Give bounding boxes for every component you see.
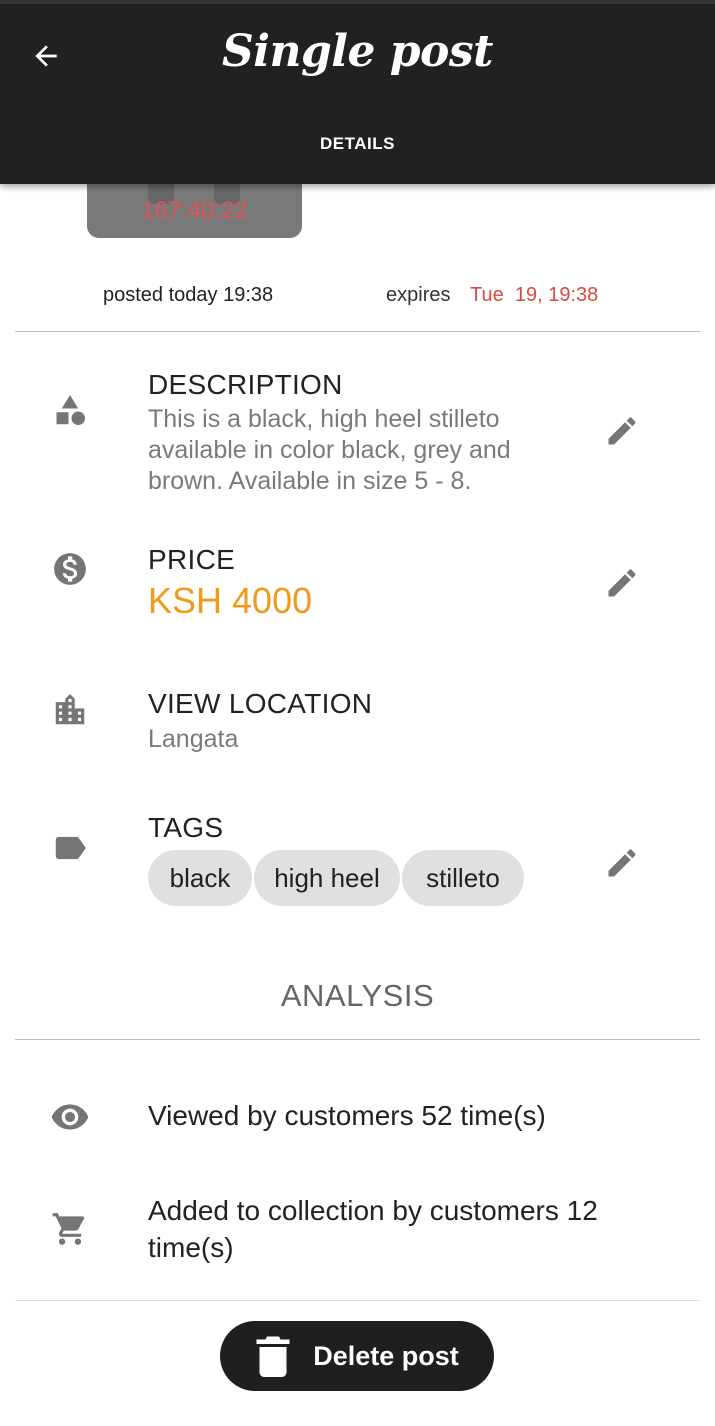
divider [15,1039,700,1040]
tag-icon [48,826,92,870]
description-label: DESCRIPTION [148,369,343,400]
edit-description-button[interactable] [600,409,644,453]
divider [15,1300,700,1301]
analysis-title: ANALYSIS [280,978,435,1013]
dollar-circle-icon [48,547,92,591]
pencil-icon [608,417,636,445]
edit-tags-button[interactable] [600,841,644,885]
page-title: Single post [222,26,493,77]
tab-details[interactable]: DETAILS [0,134,715,154]
price-value: KSH 4000 [148,580,313,621]
pencil-icon [608,569,636,597]
tag-chip[interactable]: high heel [254,850,400,906]
description-text: This is a black, high heel stilleto avai… [148,405,511,495]
shapes-icon [48,388,92,432]
trash-icon [256,1336,290,1377]
delete-post-label: Delete post [313,1340,459,1371]
countdown-timer: 167:40:22 [87,184,302,238]
view-location-link[interactable]: VIEW LOCATION [148,688,372,720]
views-stat: Viewed by customers 52 time(s) [148,1100,546,1131]
delete-post-button[interactable]: Delete post [220,1321,494,1391]
price-label: PRICE [148,544,236,575]
pencil-icon [608,849,636,877]
app-bar: Single post DETAILS [0,0,715,184]
tag-chip[interactable]: black [148,850,252,906]
collection-stat: Added to collection by customers 12 time… [148,1195,598,1263]
tags-label: TAGS [148,812,224,843]
tag-chip[interactable]: stilleto [402,850,524,906]
expires-time: Tue 19, 19:38 [470,284,599,306]
location-value: Langata [148,725,239,753]
post-dates: posted today 19:38 expires Tue 19, 19:38 [0,282,715,312]
posted-time: posted today 19:38 [103,284,274,306]
cart-icon [48,1207,92,1251]
expires-label: expires [386,284,451,306]
edit-price-button[interactable] [600,561,644,605]
building-icon [48,688,92,732]
eye-icon [48,1095,92,1139]
divider [15,331,700,332]
